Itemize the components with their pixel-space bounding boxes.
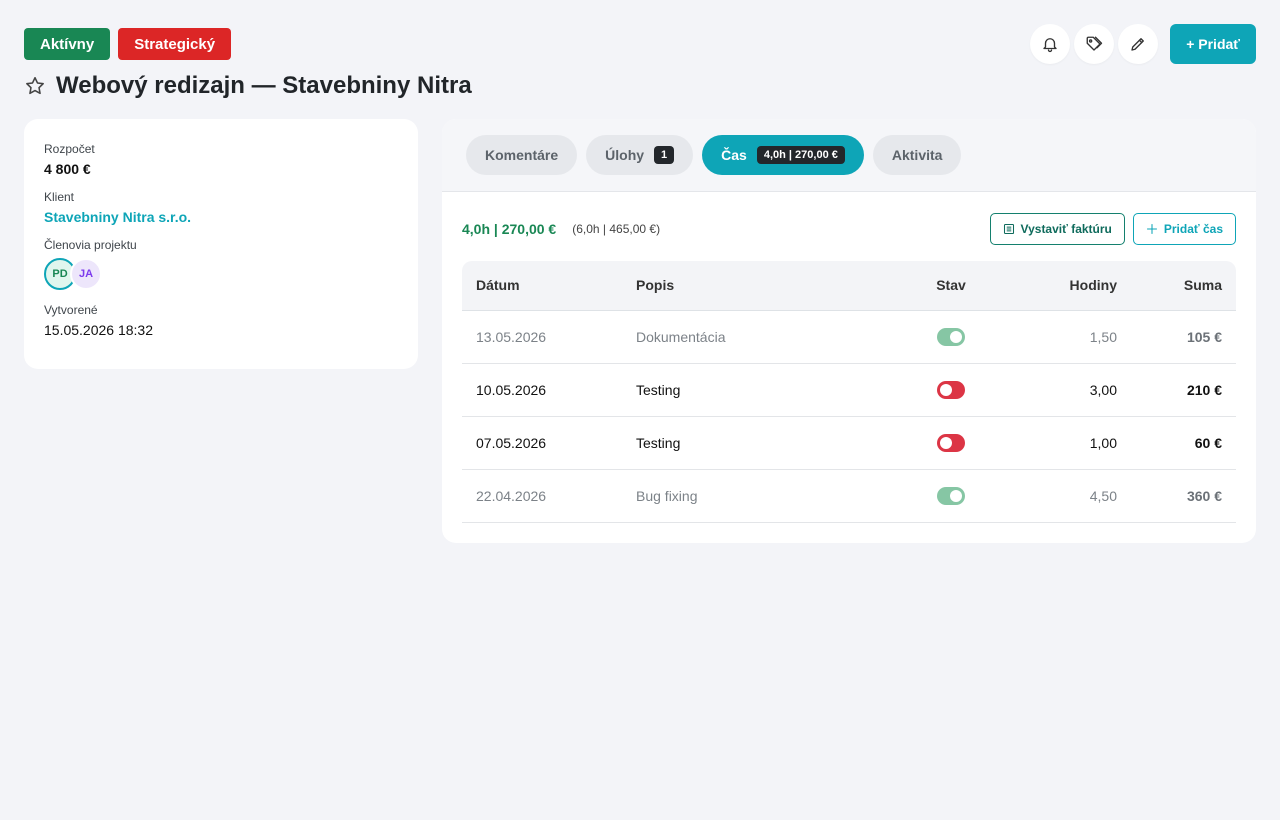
badge-group: Aktívny Strategický <box>24 28 232 60</box>
tab-comments[interactable]: Komentáre <box>466 135 578 175</box>
tab-label: Aktivita <box>891 147 943 163</box>
cell-description: Testing <box>622 416 891 470</box>
invoice-icon <box>1003 223 1014 235</box>
client-label: Klient <box>44 190 75 204</box>
tabs-bar: Komentáre Úlohy 1 Čas 4,0h | 270,00 € Ak… <box>442 119 1256 192</box>
cell-sum: 360 € <box>1131 469 1236 523</box>
cell-date: 22.04.2026 <box>462 469 622 523</box>
table-row[interactable]: 10.05.2026 Testing 3,00 210 € <box>462 363 1236 417</box>
bell-icon <box>1043 38 1057 53</box>
add-time-button[interactable]: Pridať čas <box>1132 213 1236 245</box>
star-icon[interactable] <box>24 75 46 97</box>
cell-date: 10.05.2026 <box>462 363 622 417</box>
add-button[interactable]: + Pridať <box>1170 24 1256 64</box>
time-entries-table: Dátum Popis Stav Hodiny Suma 13.05.2026 D… <box>462 261 1236 523</box>
tab-activity[interactable]: Aktivita <box>872 135 962 175</box>
cell-description: Testing <box>622 363 891 417</box>
budget-label: Rozpočet <box>44 142 95 156</box>
project-info-card: Rozpočet 4 800 € Klient Stavebniny Nitra… <box>24 119 418 369</box>
member-avatars: PD JA <box>44 258 398 290</box>
tab-tasks[interactable]: Úlohy 1 <box>586 135 694 175</box>
cell-status <box>891 363 1011 417</box>
billable-total: 4,0h | 270,00 € <box>462 221 557 237</box>
cell-hours: 4,50 <box>1011 469 1131 523</box>
cell-status <box>891 310 1011 364</box>
tab-label: Úlohy <box>605 147 645 163</box>
tags-button[interactable] <box>1074 24 1115 64</box>
budget-value: 4 800 € <box>44 161 91 177</box>
time-tracking-card: Komentáre Úlohy 1 Čas 4,0h | 270,00 € Ak… <box>442 119 1256 543</box>
cell-sum: 105 € <box>1131 310 1236 364</box>
tab-time[interactable]: Čas 4,0h | 270,00 € <box>702 135 864 175</box>
tab-count-badge: 1 <box>654 146 675 164</box>
column-header-hours[interactable]: Hodiny <box>1011 261 1131 311</box>
table-row[interactable]: 07.05.2026 Testing 1,00 60 € <box>462 416 1236 470</box>
cell-description: Dokumentácia <box>622 310 891 364</box>
billed-toggle[interactable] <box>937 327 965 346</box>
billed-toggle[interactable] <box>937 433 965 452</box>
cell-hours: 3,00 <box>1011 363 1131 417</box>
column-header-date[interactable]: Dátum <box>462 261 622 311</box>
create-invoice-label: Vystaviť faktúru <box>1020 222 1112 236</box>
client-link[interactable]: Stavebniny Nitra s.r.o. <box>44 208 398 226</box>
cell-sum: 60 € <box>1131 416 1236 470</box>
notifications-button[interactable] <box>1030 24 1071 64</box>
plus-icon <box>1146 223 1157 235</box>
create-invoice-button[interactable]: Vystaviť faktúru <box>989 213 1125 245</box>
overall-total: (6,0h | 465,00 €) <box>572 222 661 236</box>
tab-label: Komentáre <box>485 147 559 163</box>
status-badge: Aktívny <box>24 28 111 60</box>
tab-label: Čas <box>721 147 747 163</box>
table-row[interactable]: 13.05.2026 Dokumentácia 1,50 105 € <box>462 310 1236 364</box>
cell-hours: 1,50 <box>1011 310 1131 364</box>
created-label: Vytvorené <box>44 303 98 317</box>
edit-button[interactable] <box>1118 24 1159 64</box>
cell-description: Bug fixing <box>622 469 891 523</box>
cell-date: 13.05.2026 <box>462 310 622 364</box>
time-summary: 4,0h | 270,00 € (6,0h | 465,00 €) Vystav… <box>462 213 1236 245</box>
column-header-status[interactable]: Stav <box>891 261 1011 311</box>
tab-count-badge: 4,0h | 270,00 € <box>756 146 845 164</box>
column-header-sum[interactable]: Suma <box>1131 261 1236 311</box>
title-row: Webový redizajn — Stavebniny Nitra <box>24 72 472 100</box>
cell-status <box>891 416 1011 470</box>
billed-toggle[interactable] <box>937 486 965 505</box>
tag-icon <box>1086 36 1103 51</box>
billed-toggle[interactable] <box>937 380 965 399</box>
header-actions: + Pridať <box>1030 24 1256 64</box>
cell-hours: 1,00 <box>1011 416 1131 470</box>
pencil-icon <box>1131 38 1145 51</box>
type-badge: Strategický <box>118 28 232 60</box>
page-title: Webový redizajn — Stavebniny Nitra <box>56 72 472 99</box>
cell-date: 07.05.2026 <box>462 416 622 470</box>
members-label: Členovia projektu <box>44 238 137 252</box>
avatar[interactable]: JA <box>70 258 102 290</box>
cell-sum: 210 € <box>1131 363 1236 417</box>
column-header-description[interactable]: Popis <box>622 261 891 311</box>
created-value: 15.05.2026 18:32 <box>44 322 153 338</box>
cell-status <box>891 469 1011 523</box>
add-time-label: Pridať čas <box>1163 222 1223 236</box>
table-header-row: Dátum Popis Stav Hodiny Suma <box>462 261 1236 311</box>
table-row[interactable]: 22.04.2026 Bug fixing 4,50 360 € <box>462 469 1236 523</box>
summary-actions: Vystaviť faktúru Pridať čas <box>989 213 1236 245</box>
